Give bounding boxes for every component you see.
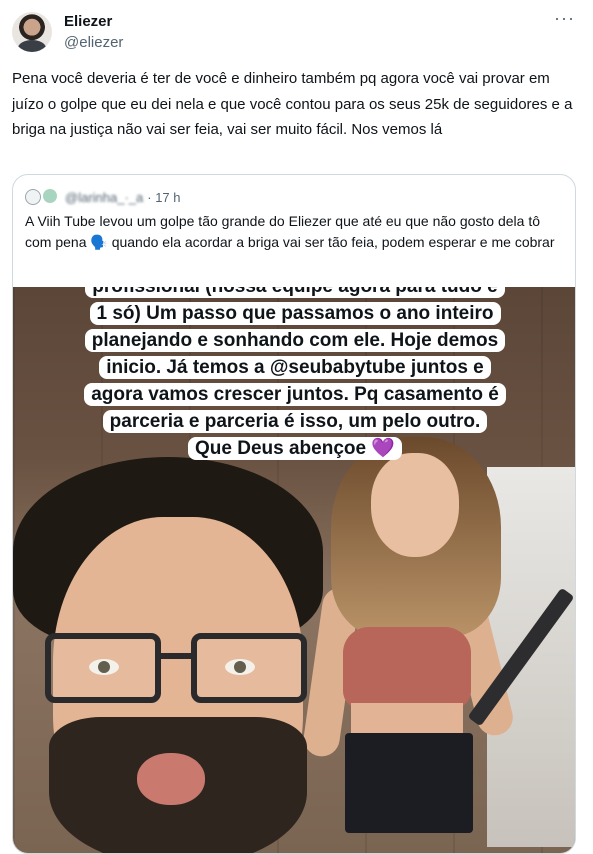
author-handle[interactable]: @eliezer bbox=[64, 33, 123, 53]
caption-line: agora vamos crescer juntos. Pq casamento… bbox=[84, 383, 506, 406]
photo-caption: profissional (nossa equipe agora para tu… bbox=[13, 287, 575, 463]
tweet-text: Pena você deveria é ter de você e dinhei… bbox=[12, 70, 573, 138]
author-avatar[interactable] bbox=[12, 12, 52, 52]
caption-line: parceria e parceria é isso, um pelo outr… bbox=[102, 410, 488, 433]
caption-line: profissional (nossa equipe agora para tu… bbox=[85, 287, 505, 298]
quoted-handle[interactable]: @larinha_·_a bbox=[65, 190, 143, 205]
author-name[interactable]: Eliezer bbox=[64, 12, 112, 32]
caption-line: inicio. Já temos a @seubabytube juntos e bbox=[99, 356, 491, 379]
caption-line: Que Deus abençoe 💜 bbox=[188, 437, 402, 460]
quoted-tweet-card[interactable]: @larinha_·_a · 17 h A Viih Tube levou um… bbox=[12, 174, 576, 854]
quoted-avatar-icons bbox=[25, 189, 61, 205]
quoted-timestamp[interactable]: · 17 h bbox=[147, 190, 180, 205]
more-dots-icon[interactable]: ··· bbox=[554, 8, 575, 29]
quoted-tweet-header: @larinha_·_a · 17 h bbox=[25, 187, 181, 207]
caption-line: 1 só) Um passo que passamos o ano inteir… bbox=[89, 302, 501, 325]
quoted-tweet-text: A Viih Tube levou um golpe tão grande do… bbox=[25, 213, 555, 250]
quoted-photo[interactable]: profissional (nossa equipe agora para tu… bbox=[13, 287, 575, 853]
caption-line: planejando e sonhando com ele. Hoje demo… bbox=[84, 329, 506, 352]
